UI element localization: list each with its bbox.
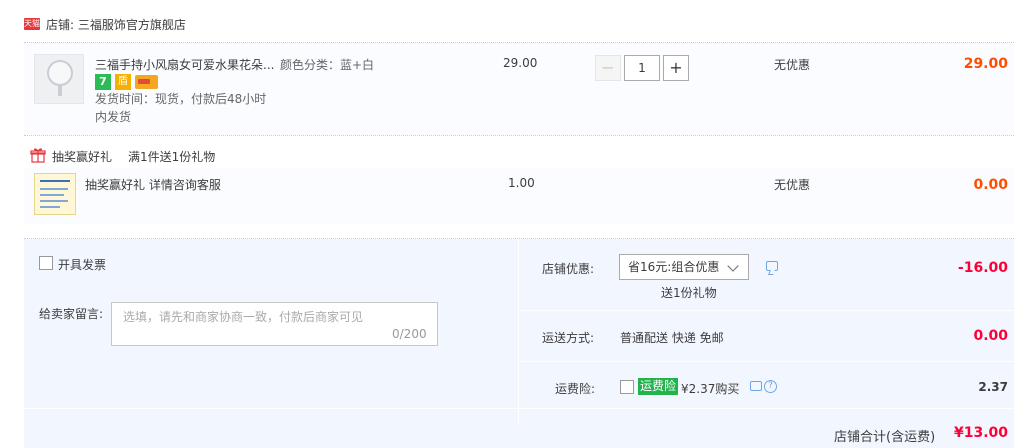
- shipping-fee: 0.00: [973, 328, 1008, 344]
- product-title-link[interactable]: 三福手持小风扇女可爱水果花朵...: [95, 56, 274, 73]
- 7-day-return-icon[interactable]: 7: [95, 74, 111, 90]
- ship-time-text: 发货时间：现货，付款后48小时: [95, 92, 267, 106]
- discount-amount: -16.00: [957, 260, 1008, 276]
- quantity-input[interactable]: 1: [624, 55, 660, 81]
- tmall-badge: 天猫: [24, 18, 40, 30]
- shop-total-label: 店铺合计(含运费): [834, 430, 936, 445]
- divider: [24, 408, 1014, 409]
- seller-message-placeholder: 选填，请先和商家协商一致，付款后商家可见: [123, 310, 364, 324]
- shield-icon[interactable]: 盾: [115, 74, 131, 90]
- product-sku: 颜色分类：蓝+白: [280, 58, 375, 72]
- unit-price: 29.00: [503, 56, 538, 70]
- gift-promo-label: 抽奖赢好礼: [52, 150, 113, 164]
- shop-total-amount: ¥13.00: [953, 425, 1008, 441]
- seller-message-label: 给卖家留言:: [39, 307, 104, 321]
- invoice-checkbox[interactable]: [39, 256, 53, 270]
- gift-icon: [30, 148, 46, 163]
- gift-unit-price: 1.00: [508, 176, 535, 190]
- quantity-decrease-button[interactable]: −: [595, 55, 621, 81]
- divider: [518, 310, 1014, 311]
- shop-name-link[interactable]: 店铺: 三福服饰官方旗舰店: [46, 16, 186, 33]
- fan-icon: [47, 60, 73, 86]
- gift-subtotal: 0.00: [973, 177, 1008, 193]
- shipping-insurance-checkbox[interactable]: [620, 380, 634, 394]
- divider: [518, 239, 519, 425]
- help-icon[interactable]: ?: [764, 380, 777, 393]
- gift-image[interactable]: [34, 173, 76, 215]
- shipping-insurance-value: 2.37: [978, 380, 1008, 394]
- quantity-increase-button[interactable]: +: [663, 55, 689, 81]
- shipping-insurance-price: ¥2.37购买: [681, 382, 740, 396]
- shipping-insurance-label: 运费险:: [555, 382, 596, 396]
- shipping-method-label: 运送方式:: [542, 331, 595, 345]
- fan-stem-icon: [58, 86, 62, 96]
- shipping-method-value: 普通配送 快递 免邮: [620, 331, 724, 345]
- shop-discount-label: 店铺优惠:: [542, 262, 595, 276]
- shipping-insurance-tag: 运费险: [638, 378, 679, 395]
- chat-icon[interactable]: [750, 381, 762, 391]
- divider: [518, 361, 1014, 362]
- invoice-label[interactable]: 开具发票: [58, 256, 106, 273]
- chat-icon[interactable]: [766, 261, 778, 271]
- gift-item-title[interactable]: 抽奖赢好礼 详情咨询客服: [85, 176, 221, 193]
- promotion-text: 无优惠: [774, 58, 811, 72]
- divider: [24, 135, 1014, 136]
- gift-promo-rule: 满1件送1份礼物: [128, 150, 216, 164]
- credit-card-icon[interactable]: [135, 75, 158, 89]
- item-subtotal: 29.00: [963, 56, 1008, 72]
- gift-promotion-text: 无优惠: [774, 178, 811, 192]
- char-counter: 0/200: [392, 327, 427, 341]
- ship-time-text-cont: 内发货: [95, 110, 132, 124]
- discount-gift-note: 送1份礼物: [661, 286, 717, 300]
